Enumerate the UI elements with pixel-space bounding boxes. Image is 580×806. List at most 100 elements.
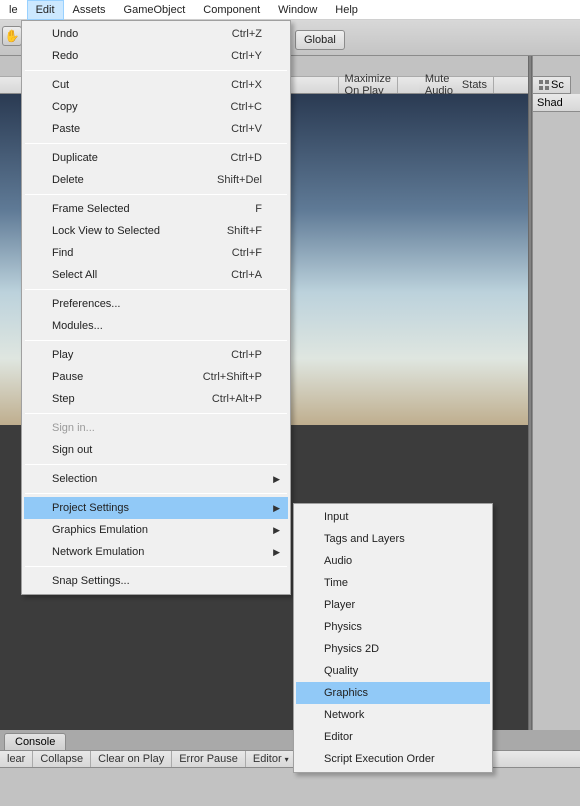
menu-item-label: Duplicate [52, 152, 98, 164]
menu-item-label: Player [324, 599, 355, 611]
menu-item-label: Select All [52, 269, 97, 281]
project-settings-item-graphics[interactable]: Graphics [296, 682, 490, 704]
console-error-pause-button[interactable]: Error Pause [172, 751, 246, 767]
console-tab[interactable]: Console [4, 733, 66, 750]
project-settings-item-input[interactable]: Input [296, 506, 490, 528]
edit-menu-item-snap-settings[interactable]: Snap Settings... [24, 570, 288, 592]
menu-separator [25, 493, 287, 494]
project-settings-item-quality[interactable]: Quality [296, 660, 490, 682]
menu-edit[interactable]: Edit [27, 0, 64, 20]
edit-menu-item-select-all[interactable]: Select AllCtrl+A [24, 264, 288, 286]
edit-menu-item-redo[interactable]: RedoCtrl+Y [24, 45, 288, 67]
menu-item-label: Script Execution Order [324, 753, 435, 765]
menu-item-label: Selection [52, 473, 97, 485]
edit-menu-item-play[interactable]: Play Ctrl+P [24, 344, 288, 366]
edit-menu-item-cut[interactable]: CutCtrl+X [24, 74, 288, 96]
project-settings-item-network[interactable]: Network [296, 704, 490, 726]
menu-separator [25, 289, 287, 290]
menu-item-label: Frame Selected [52, 203, 130, 215]
menu-item-label: Play [52, 349, 73, 361]
menu-item-label: Network [324, 709, 364, 721]
menu-item-label: Tags and Layers [324, 533, 405, 545]
edit-menu-item-step[interactable]: Step Ctrl+Alt+P [24, 388, 288, 410]
project-settings-item-editor[interactable]: Editor [296, 726, 490, 748]
menu-item-label: Time [324, 577, 348, 589]
project-settings-item-audio[interactable]: Audio [296, 550, 490, 572]
console-toolbar: lear Collapse Clear on Play Error Pause … [0, 750, 580, 768]
edit-menu-item-network-emulation[interactable]: Network Emulation▶ [24, 541, 288, 563]
menu-item-label: Audio [324, 555, 352, 567]
edit-menu-item-find[interactable]: FindCtrl+F [24, 242, 288, 264]
submenu-arrow-icon: ▶ [273, 474, 280, 485]
menu-item-shortcut: Ctrl+Shift+P [203, 371, 262, 383]
menu-separator [25, 70, 287, 71]
edit-menu-item-frame-selected[interactable]: Frame Selected F [24, 198, 288, 220]
menu-item-label: Delete [52, 174, 84, 186]
menu-item-label: Physics 2D [324, 643, 379, 655]
project-settings-item-script-execution-order[interactable]: Script Execution Order [296, 748, 490, 770]
scene-shading-dropdown[interactable]: Shad [533, 94, 580, 112]
gizmo-global-button[interactable]: Global [295, 30, 345, 50]
scene-tab[interactable]: Sc [532, 76, 571, 94]
menu-gameobject[interactable]: GameObject [115, 0, 195, 20]
menu-item-label: Copy [52, 101, 78, 113]
menu-item-shortcut: Ctrl+F [232, 247, 262, 259]
project-settings-item-physics-2d[interactable]: Physics 2D [296, 638, 490, 660]
menu-assets[interactable]: Assets [64, 0, 115, 20]
edit-menu-item-undo[interactable]: UndoCtrl+Z [24, 23, 288, 45]
menu-item-label: Graphics Emulation [52, 524, 148, 536]
scene-tab-label: Sc [551, 79, 564, 91]
edit-menu-item-pause[interactable]: Pause Ctrl+Shift+P [24, 366, 288, 388]
menu-separator [25, 194, 287, 195]
edit-menu-item-delete[interactable]: DeleteShift+Del [24, 169, 288, 191]
stats-button[interactable]: Stats [456, 77, 494, 93]
menu-item-label: Graphics [324, 687, 368, 699]
edit-menu-item-project-settings[interactable]: Project Settings▶ [24, 497, 288, 519]
edit-menu-item-duplicate[interactable]: Duplicate Ctrl+D [24, 147, 288, 169]
edit-menu-item-copy[interactable]: Copy Ctrl+C [24, 96, 288, 118]
mute-audio-button[interactable]: Mute Audio [419, 77, 460, 93]
menu-item-label: Pause [52, 371, 83, 383]
menu-item-label: Paste [52, 123, 80, 135]
console-body [0, 768, 580, 806]
edit-menu-item-selection[interactable]: Selection ▶ [24, 468, 288, 490]
menu-item-label: Sign in... [52, 422, 95, 434]
edit-menu-item-lock-view-to-selected[interactable]: Lock View to Selected Shift+F [24, 220, 288, 242]
menu-item-label: Input [324, 511, 348, 523]
edit-menu-item-sign-out[interactable]: Sign out [24, 439, 288, 461]
menu-separator [25, 566, 287, 567]
menu-item-shortcut: Ctrl+C [231, 101, 262, 113]
menu-file-partial[interactable]: le [0, 0, 27, 20]
console-collapse-button[interactable]: Collapse [33, 751, 91, 767]
project-settings-item-time[interactable]: Time [296, 572, 490, 594]
menu-item-shortcut: Ctrl+Alt+P [212, 393, 262, 405]
project-settings-item-player[interactable]: Player [296, 594, 490, 616]
edit-menu-item-preferences[interactable]: Preferences... [24, 293, 288, 315]
console-clear-on-play-button[interactable]: Clear on Play [91, 751, 172, 767]
menu-item-label: Lock View to Selected [52, 225, 160, 237]
project-settings-item-tags-and-layers[interactable]: Tags and Layers [296, 528, 490, 550]
menu-item-shortcut: Shift+F [227, 225, 262, 237]
menu-item-label: Sign out [52, 444, 92, 456]
menu-item-label: Step [52, 393, 75, 405]
edit-menu-dropdown: UndoCtrl+ZRedoCtrl+Y CutCtrl+X Copy Ctrl+C P… [21, 20, 291, 595]
menu-window[interactable]: Window [269, 0, 326, 20]
project-settings-item-physics[interactable]: Physics [296, 616, 490, 638]
maximize-on-play-button[interactable]: Maximize On Play [338, 77, 398, 93]
edit-menu-item-graphics-emulation[interactable]: Graphics Emulation ▶ [24, 519, 288, 541]
scene-pane-right: Sc Shad [532, 56, 580, 730]
console-tab-row: Console [0, 730, 580, 750]
hand-tool-icon[interactable]: ✋ [2, 26, 22, 46]
menu-help[interactable]: Help [326, 0, 367, 20]
menu-item-shortcut: Ctrl+D [231, 152, 262, 164]
console-clear-button[interactable]: lear [0, 751, 33, 767]
menu-component[interactable]: Component [194, 0, 269, 20]
menu-item-label: Physics [324, 621, 362, 633]
console-editor-dropdown[interactable]: Editor [246, 751, 297, 767]
edit-menu-item-modules[interactable]: Modules... [24, 315, 288, 337]
menu-item-label: Editor [324, 731, 353, 743]
submenu-arrow-icon: ▶ [273, 525, 280, 536]
menu-item-shortcut: Ctrl+P [231, 349, 262, 361]
edit-menu-item-paste[interactable]: PasteCtrl+V [24, 118, 288, 140]
menu-item-shortcut: F [255, 203, 262, 215]
